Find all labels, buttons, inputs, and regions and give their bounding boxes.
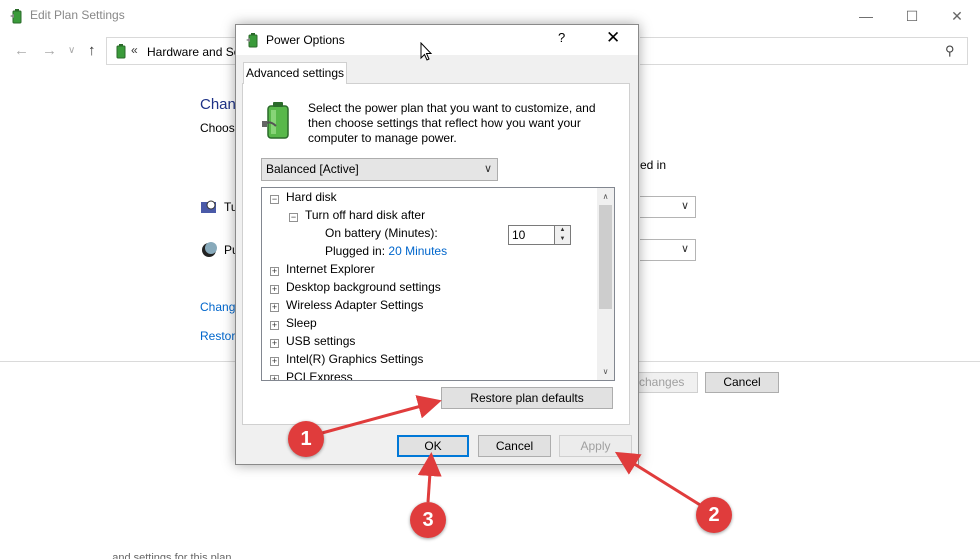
power-options-icon (246, 33, 258, 48)
bg-footer-text: ... and settings for this plan ... (100, 552, 244, 559)
up-arrow-icon[interactable]: ↑ (88, 42, 96, 59)
dialog-title: Power Options (266, 33, 345, 47)
settings-tree[interactable]: − Hard disk − Turn off hard disk after On … (261, 187, 615, 381)
collapse-icon[interactable]: − (289, 213, 298, 222)
sleep-plugged-select[interactable]: ∨ (640, 239, 696, 261)
change-advanced-link[interactable]: Chang (200, 300, 235, 314)
cancel-button[interactable]: Cancel (478, 435, 551, 457)
step-marker-1: 1 (288, 421, 324, 457)
plugged-in-column-header: ed in (640, 158, 667, 172)
expand-icon[interactable]: + (270, 303, 279, 312)
ok-button[interactable]: OK (397, 435, 469, 457)
step-marker-3: 3 (410, 502, 446, 538)
bg-window-title: Edit Plan Settings (30, 8, 125, 22)
breadcrumb[interactable]: Hardware and So (147, 45, 240, 59)
search-icon[interactable]: ⚲ (945, 43, 955, 59)
chevron-down-icon: ∨ (680, 200, 689, 212)
tree-item[interactable]: + USB settings (270, 332, 355, 350)
control-panel-icon (116, 44, 126, 59)
battery-power-icon (262, 102, 289, 139)
expand-icon[interactable]: + (270, 321, 279, 330)
tree-item-plugged-in: Plugged in: 20 Minutes (325, 244, 448, 258)
back-arrow-icon[interactable]: ← (14, 42, 29, 59)
save-changes-button[interactable]: changes (636, 372, 698, 393)
tab-advanced-settings[interactable]: Advanced settings (243, 62, 347, 84)
stepper-down-icon[interactable]: ▼ (555, 235, 570, 244)
expand-icon[interactable]: + (270, 285, 279, 294)
restore-plan-defaults-button[interactable]: Restore plan defaults (441, 387, 613, 409)
tree-item[interactable]: + Intel(R) Graphics Settings (270, 350, 423, 368)
plan-select-value: Balanced [Active] (266, 162, 359, 176)
tree-item[interactable]: + Wireless Adapter Settings (270, 296, 423, 314)
tree-item[interactable]: + Sleep (270, 314, 317, 332)
dialog-titlebar[interactable]: Power Options ? ✕ (236, 25, 638, 61)
step-marker-2: 2 (696, 497, 732, 533)
recent-chevron-icon[interactable]: ∨ (68, 45, 75, 56)
tree-item[interactable]: + Internet Explorer (270, 260, 375, 278)
tree-item-turn-off-hard-disk[interactable]: − Turn off hard disk after (289, 206, 425, 224)
expand-icon[interactable]: + (270, 267, 279, 276)
bg-close-button[interactable]: ✕ (934, 0, 980, 32)
expand-icon[interactable]: + (270, 375, 279, 380)
on-battery-minutes-input[interactable]: 10 (508, 225, 555, 245)
power-options-dialog: Power Options ? ✕ Advanced settings Sele… (235, 24, 639, 465)
scroll-up-icon[interactable]: ∧ (597, 188, 614, 205)
expand-icon[interactable]: + (270, 357, 279, 366)
chevron-down-icon: ∨ (680, 243, 689, 255)
expand-icon[interactable]: + (270, 339, 279, 348)
dialog-close-button[interactable]: ✕ (606, 28, 620, 48)
page-subtitle: Choos (200, 121, 235, 135)
power-options-icon (10, 9, 22, 24)
sleep-moon-icon (202, 242, 217, 257)
advanced-settings-panel: Select the power plan that you want to c… (242, 83, 630, 425)
help-button[interactable]: ? (558, 30, 565, 45)
intro-text: Select the power plan that you want to c… (308, 101, 596, 145)
page-title: Chan (200, 96, 236, 113)
display-timer-icon (201, 200, 216, 213)
tree-item-on-battery: On battery (Minutes): 10 ▲ ▼ (325, 224, 585, 245)
tree-scrollbar[interactable]: ∧ ∨ (597, 188, 614, 380)
maximize-button[interactable]: ☐ (889, 0, 935, 32)
plugged-in-value-link[interactable]: 20 Minutes (388, 244, 447, 258)
chevron-down-icon: ∨ (483, 163, 492, 175)
tree-item[interactable]: + PCI Express (270, 368, 353, 380)
power-plan-select[interactable]: Balanced [Active] ∨ (261, 158, 498, 181)
collapse-icon[interactable]: − (270, 195, 279, 204)
scroll-down-icon[interactable]: ∨ (597, 363, 614, 380)
minimize-button[interactable]: — (843, 0, 889, 32)
search-box[interactable] (640, 37, 968, 65)
forward-arrow-icon[interactable]: → (42, 42, 57, 59)
apply-button[interactable]: Apply (559, 435, 632, 457)
stepper-up-icon[interactable]: ▲ (555, 226, 570, 235)
tree-item-hard-disk[interactable]: − Hard disk (270, 188, 337, 206)
bg-cancel-button[interactable]: Cancel (705, 372, 779, 393)
tree-item[interactable]: + Desktop background settings (270, 278, 441, 296)
scroll-thumb[interactable] (599, 205, 612, 309)
breadcrumb-chevron-icon[interactable]: « (131, 43, 138, 57)
restore-defaults-link[interactable]: Restor (200, 329, 235, 343)
display-plugged-select[interactable]: ∨ (640, 196, 696, 218)
on-battery-stepper[interactable]: ▲ ▼ (555, 225, 571, 245)
mouse-cursor-icon (420, 42, 433, 61)
